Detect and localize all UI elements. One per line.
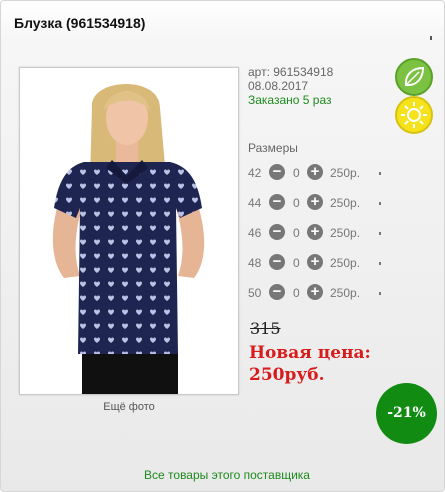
size-label: 44 [248,196,262,210]
supplier-products-link[interactable]: Все товары этого поставщика [1,468,444,482]
size-price: 250р. [330,226,361,240]
plus-icon[interactable]: + [307,164,323,180]
size-price: 250р. [330,166,361,180]
sizes-heading: Размеры [248,141,298,155]
plus-icon[interactable]: + [307,194,323,210]
minus-icon[interactable]: − [269,254,285,270]
size-quantity: 0 [293,226,300,240]
row-dot [379,202,381,205]
size-quantity: 0 [293,196,300,210]
size-quantity: 0 [293,256,300,270]
minus-icon[interactable]: − [269,224,285,240]
minus-icon[interactable]: − [269,284,285,300]
leaf-icon [395,58,433,96]
size-price: 250р. [330,196,361,210]
row-dot [379,172,381,175]
plus-icon[interactable]: + [307,224,323,240]
new-price-value: 250руб. [249,365,325,385]
size-quantity: 0 [293,166,300,180]
new-price-label: Новая цена: [249,343,371,363]
size-label: 48 [248,256,262,270]
row-dot [379,262,381,265]
product-card: Блузка (961534918) Ещё фото арт: 9615349… [0,0,445,492]
plus-icon[interactable]: + [307,284,323,300]
plus-icon[interactable]: + [307,254,323,270]
more-photos-link[interactable]: Ещё фото [1,401,257,413]
minus-icon[interactable]: − [269,164,285,180]
product-date: 08.08.2017 [248,79,309,93]
old-price: 315 [250,319,281,338]
discount-badge: -21% [376,383,437,444]
size-price: 250р. [330,256,361,270]
size-label: 50 [248,286,262,300]
article-number: арт: 961534918 [248,65,334,79]
product-title: Блузка (961534918) [14,15,146,31]
product-info: арт: 961534918 08.08.2017 Заказано 5 раз [248,65,333,107]
row-dot [379,232,381,235]
ordered-count: Заказано 5 раз [248,93,332,107]
new-price-block: Новая цена: 250руб. [249,342,371,386]
size-quantity: 0 [293,286,300,300]
title-dot [430,36,432,40]
row-dot [379,292,381,295]
sun-icon [395,96,433,134]
size-price: 250р. [330,286,361,300]
size-label: 42 [248,166,262,180]
model-photo [20,68,238,394]
product-photo[interactable] [19,67,239,395]
size-label: 46 [248,226,262,240]
minus-icon[interactable]: − [269,194,285,210]
